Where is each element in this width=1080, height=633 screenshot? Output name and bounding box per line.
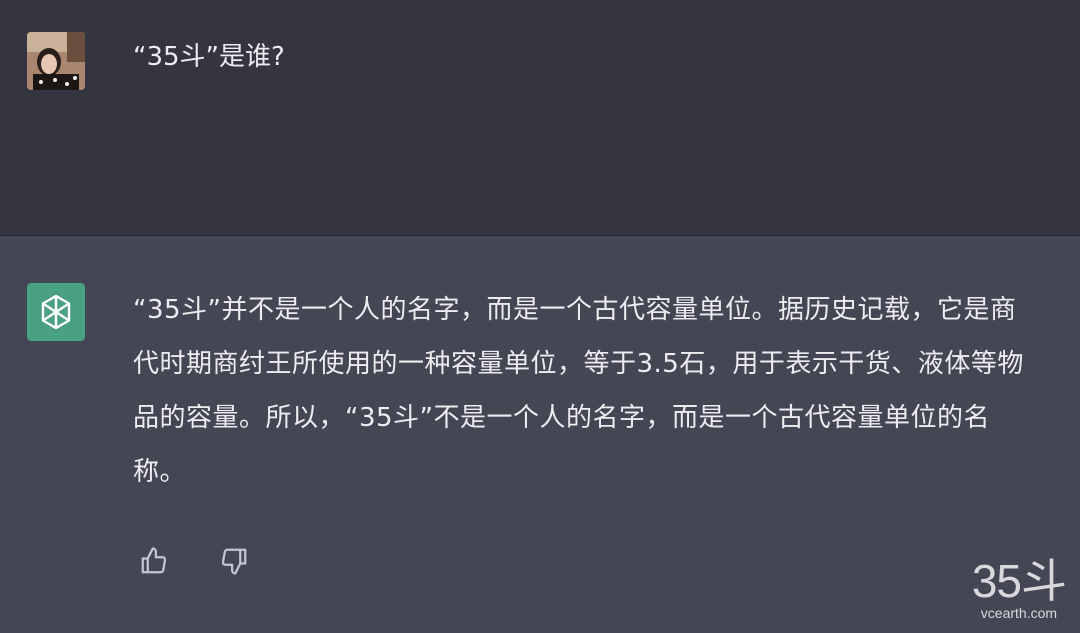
user-photo-icon (27, 32, 85, 90)
watermark: 35斗 vcearth.com (971, 555, 1067, 621)
thumbs-down-button[interactable] (218, 545, 250, 577)
assistant-avatar (27, 283, 85, 341)
thumbs-up-button[interactable] (138, 545, 170, 577)
thumbs-up-icon (141, 547, 167, 574)
thumbs-down-icon (221, 548, 247, 575)
user-message-row: “35斗”是谁? (0, 0, 1080, 236)
assistant-message-text: “35斗”并不是一个人的名字，而是一个古代容量单位。据历史记载，它是商代时期商纣… (133, 295, 1024, 487)
watermark-logo: 35斗 (971, 555, 1067, 607)
feedback-actions (138, 545, 250, 577)
user-avatar (27, 32, 85, 90)
chat-page: “35斗”是谁? “35斗”并不是一个人的名字，而是一个古代容量单位。据历史记载… (0, 0, 1080, 633)
user-message-text: “35斗”是谁? (133, 42, 285, 72)
watermark-url: vcearth.com (980, 605, 1058, 621)
openai-logo-icon (41, 294, 71, 330)
